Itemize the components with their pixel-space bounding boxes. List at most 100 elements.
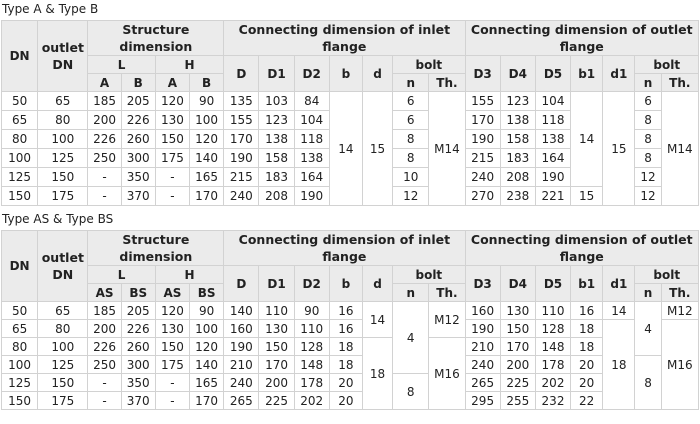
cell: 150: [154, 129, 191, 149]
cell-b1-merged: 14: [570, 91, 604, 187]
cell: 238: [499, 186, 536, 206]
cell: 16: [328, 319, 363, 338]
header-l: L: [87, 265, 156, 284]
cell: 65: [37, 301, 89, 320]
cell: 110: [258, 301, 295, 320]
cell-outlet-th-merged: M14: [660, 91, 700, 206]
table-row: 125 150 - 350 - 165 240 200 178 20 8 265…: [0, 373, 699, 410]
header-d1: D1: [258, 265, 295, 302]
cell: 138: [258, 129, 295, 149]
header-small-d1: d1: [602, 265, 636, 302]
cell: 8: [634, 129, 662, 149]
cell: 210: [223, 355, 260, 374]
header-small-d: d: [361, 265, 394, 302]
cell-d1-merged-bottom: 18: [602, 319, 636, 410]
cell: -: [154, 391, 191, 410]
header-d: D: [223, 55, 260, 92]
cell: 18: [328, 355, 363, 374]
cell-n-merged-bottom: 8: [392, 373, 430, 410]
cell: 80: [0, 337, 39, 356]
header-structure-dimension: Structure dimension: [87, 20, 225, 56]
cell: 138: [534, 129, 572, 149]
header-h-bs: BS: [188, 283, 225, 302]
cell: 250: [87, 148, 122, 168]
cell: 150: [37, 373, 89, 392]
cell: 226: [120, 110, 156, 130]
cell: 178: [293, 373, 330, 392]
cell: 118: [293, 129, 330, 149]
cell: 148: [534, 337, 572, 356]
cell: 20: [570, 355, 604, 374]
cell: 118: [534, 110, 572, 130]
header-outlet-bolt: bolt: [634, 55, 699, 74]
cell: 120: [188, 337, 225, 356]
cell: 200: [87, 110, 122, 130]
cell-d-merged: 15: [361, 91, 394, 206]
cell: 150: [499, 319, 536, 338]
cell: -: [87, 391, 122, 410]
section-title-type-a-b: Type A & Type B: [2, 2, 99, 16]
table-row: 50 65 185 205 120 90 135 103 84 14 15 6 …: [0, 91, 700, 206]
cell: 125: [37, 148, 89, 168]
cell: 140: [188, 148, 225, 168]
cell: 208: [258, 186, 295, 206]
header-d4: D4: [499, 55, 536, 92]
cell: 18: [570, 337, 604, 356]
table-row: 65 80 200 226 130 100 160 130 110 16 190…: [0, 319, 700, 410]
cell: 202: [534, 373, 572, 392]
table-row: 100 125 250 300 175 140 210 170 148 18 2…: [0, 355, 699, 410]
cell: 190: [464, 129, 501, 149]
cell: 130: [154, 110, 191, 130]
cell: 100: [37, 129, 89, 149]
cell: 80: [0, 129, 39, 149]
header-b1: b1: [570, 265, 604, 302]
cell: 175: [37, 186, 89, 206]
spec-table-type-a-b: DN outlet DN Structure dimension Connect…: [0, 20, 700, 206]
cell-th-merged-bottom: M16: [428, 337, 466, 410]
cell: 240: [464, 167, 501, 187]
header-h: H: [154, 55, 225, 74]
cell: 155: [464, 91, 501, 111]
cell-n-merged-top: 4: [392, 301, 430, 374]
cell: 185: [87, 301, 122, 320]
header-l-bs: BS: [120, 283, 156, 302]
cell: 6: [392, 110, 430, 130]
cell: 80: [37, 110, 89, 130]
cell: 183: [258, 167, 295, 187]
cell: 226: [87, 129, 122, 149]
cell: 128: [534, 319, 572, 338]
cell: 300: [120, 355, 156, 374]
cell-th-merged-top: M12: [428, 301, 466, 338]
cell: 160: [223, 319, 260, 338]
cell: 202: [293, 391, 330, 410]
cell: 215: [464, 148, 501, 168]
cell: 104: [293, 110, 330, 130]
cell: 8: [634, 110, 662, 130]
header-l-b: B: [120, 73, 156, 92]
cell: 90: [188, 301, 225, 320]
cell: 178: [534, 355, 572, 374]
table-row: 80 100 226 260 150 120 190 150 128 18 18…: [0, 337, 699, 410]
cell: 165: [188, 373, 225, 392]
section-title-type-as-bs: Type AS & Type BS: [2, 212, 114, 226]
cell: 65: [37, 91, 89, 111]
cell: 200: [258, 373, 295, 392]
cell-d-merged-bottom: 18: [361, 337, 394, 410]
header-h-as: AS: [154, 283, 191, 302]
cell: 226: [120, 319, 156, 338]
cell: 215: [223, 167, 260, 187]
cell: 350: [120, 167, 156, 187]
cell: 175: [37, 391, 89, 410]
spec-table-type-as-bs: DN outlet DN Structure dimension Connect…: [0, 230, 700, 410]
header-small-d1: d1: [602, 55, 636, 92]
cell: 138: [499, 110, 536, 130]
cell: 20: [328, 391, 363, 410]
header-outlet-bolt-n: n: [634, 73, 662, 92]
cell: 12: [634, 167, 662, 187]
cell: 265: [464, 373, 501, 392]
header-outlet-flange: Connecting dimension of outlet flange: [464, 20, 700, 56]
cell-outlet-th-merged-bottom: M16: [660, 319, 700, 410]
cell: 225: [499, 373, 536, 392]
cell: 175: [154, 148, 191, 168]
cell: 120: [188, 129, 225, 149]
